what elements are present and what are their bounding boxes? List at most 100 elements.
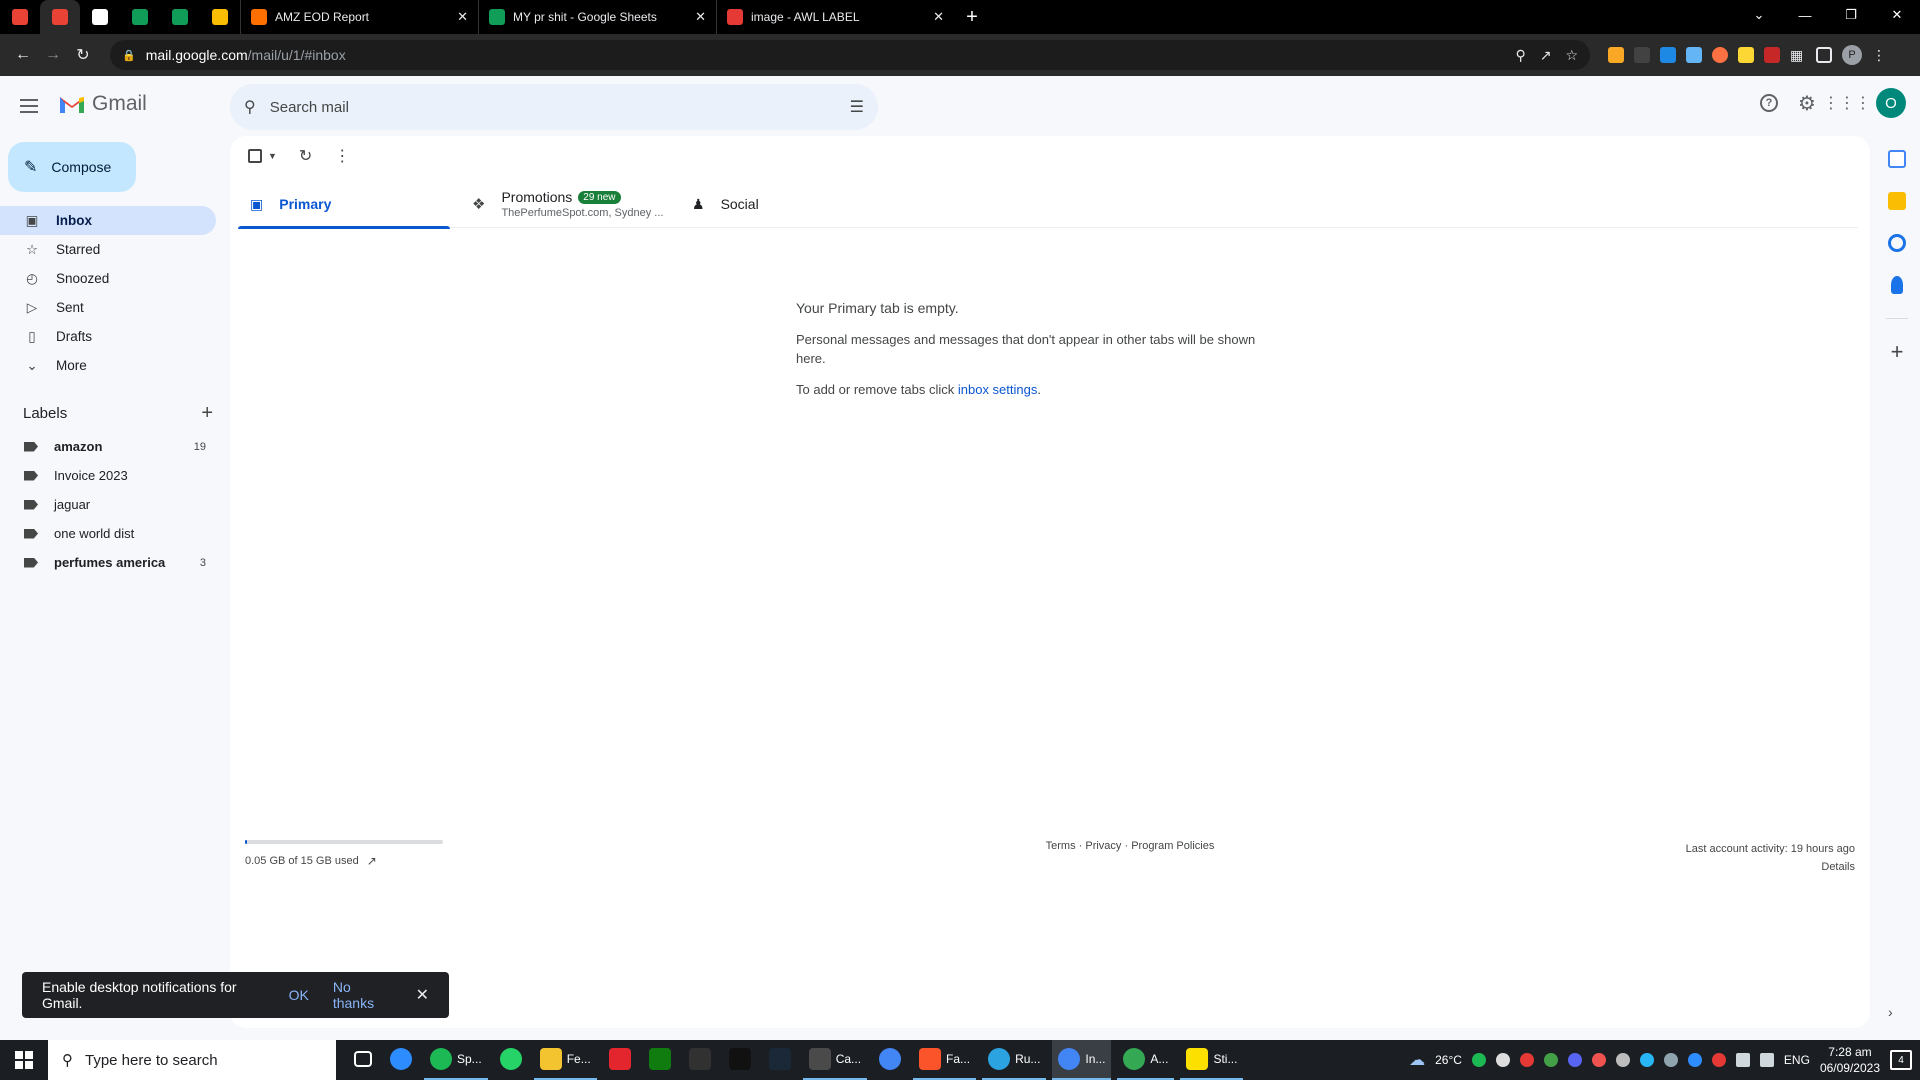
tab-social[interactable]: ♟ Social bbox=[678, 180, 759, 228]
extension-icon[interactable] bbox=[1738, 47, 1754, 63]
tab-close-icon[interactable]: ✕ bbox=[695, 9, 706, 25]
pinned-tab[interactable] bbox=[120, 0, 160, 34]
taskbar-app[interactable]: In... bbox=[1052, 1040, 1112, 1080]
label-item[interactable]: jaguar bbox=[0, 490, 216, 519]
taskbar-app[interactable]: Fe... bbox=[533, 1040, 597, 1080]
profile-avatar[interactable]: P bbox=[1842, 45, 1862, 65]
label-item[interactable]: amazon 19 bbox=[0, 432, 216, 461]
tab-search-icon[interactable]: ⌄ bbox=[1736, 0, 1782, 30]
search-icon[interactable]: ⚲ bbox=[244, 97, 256, 117]
taskbar-app[interactable]: Sti... bbox=[1180, 1040, 1244, 1080]
select-all-checkbox[interactable] bbox=[248, 149, 262, 163]
tasks-icon[interactable] bbox=[1888, 234, 1906, 252]
show-side-panel-icon[interactable]: › bbox=[1888, 1004, 1893, 1020]
nav-item-starred[interactable]: ☆ Starred bbox=[0, 235, 216, 264]
settings-gear-icon[interactable]: ⚙ bbox=[1796, 92, 1818, 115]
restore-button[interactable]: ❐ bbox=[1828, 0, 1874, 30]
select-dropdown-icon[interactable]: ▼ bbox=[268, 151, 277, 161]
taskbar-app[interactable] bbox=[384, 1040, 418, 1080]
tray-app-icon[interactable] bbox=[1639, 1053, 1654, 1067]
reload-button[interactable]: ↻ bbox=[68, 40, 98, 70]
extension-icon[interactable] bbox=[1764, 47, 1780, 63]
footer-links[interactable]: Terms · Privacy · Program Policies bbox=[245, 840, 1855, 852]
tab-close-icon[interactable]: ✕ bbox=[933, 9, 944, 25]
taskbar-app[interactable] bbox=[494, 1040, 528, 1080]
inbox-settings-link[interactable]: inbox settings bbox=[958, 382, 1038, 397]
weather-temp[interactable]: 26°C bbox=[1435, 1053, 1462, 1067]
zoom-tray-icon[interactable] bbox=[1687, 1053, 1702, 1067]
browser-tab[interactable]: MY pr shit - Google Sheets ✕ bbox=[478, 0, 716, 34]
clock[interactable]: 7:28 am 06/09/2023 bbox=[1820, 1044, 1880, 1076]
new-tab-button[interactable]: + bbox=[954, 0, 990, 34]
extension-icon[interactable] bbox=[1608, 47, 1624, 63]
tray-app-icon[interactable] bbox=[1711, 1053, 1726, 1067]
keep-icon[interactable] bbox=[1888, 192, 1906, 210]
address-bar[interactable]: 🔒 mail.google.com/mail/u/1/#inbox ⚲ ↗ ☆ bbox=[110, 40, 1590, 70]
tray-app-icon[interactable] bbox=[1591, 1053, 1606, 1067]
back-button[interactable]: ← bbox=[8, 40, 38, 70]
steam-tray-icon[interactable] bbox=[1663, 1053, 1678, 1067]
gmail-logo[interactable]: Gmail bbox=[58, 92, 147, 116]
browser-tab[interactable]: AMZ EOD Report ✕ bbox=[240, 0, 478, 34]
puzzle-icon[interactable]: ▦ bbox=[1790, 47, 1806, 63]
nav-item-drafts[interactable]: ▯ Drafts bbox=[0, 322, 216, 351]
nav-item-sent[interactable]: ▷ Sent bbox=[0, 293, 216, 322]
lock-icon[interactable]: 🔒 bbox=[122, 49, 136, 62]
taskbar-app[interactable]: Ca... bbox=[802, 1040, 868, 1080]
search-options-icon[interactable]: ☰ bbox=[850, 97, 864, 117]
snackbar-ok-button[interactable]: OK bbox=[289, 987, 309, 1003]
tab-promotions[interactable]: ❖ Promotions 29 new ThePerfumeSpot.com, … bbox=[450, 180, 678, 228]
tab-primary[interactable]: ▣ Primary bbox=[238, 180, 450, 229]
taskbar-app[interactable]: Sp... bbox=[424, 1040, 488, 1080]
start-button[interactable] bbox=[0, 1040, 48, 1080]
apps-grid-icon[interactable]: ⋮⋮⋮ bbox=[1823, 92, 1871, 114]
taskbar-app[interactable]: Fa... bbox=[913, 1040, 977, 1080]
tray-app-icon[interactable] bbox=[1519, 1053, 1534, 1067]
taskbar-app[interactable] bbox=[683, 1040, 717, 1080]
volume-icon[interactable] bbox=[1759, 1053, 1774, 1067]
nav-item-snoozed[interactable]: ◴ Snoozed bbox=[0, 264, 216, 293]
nav-item-inbox[interactable]: ▣ Inbox bbox=[0, 206, 216, 235]
share-icon[interactable]: ↗ bbox=[1540, 47, 1552, 64]
taskbar-app[interactable]: Ru... bbox=[982, 1040, 1047, 1080]
taskbar-app[interactable] bbox=[643, 1040, 677, 1080]
minimize-button[interactable]: — bbox=[1782, 0, 1828, 30]
side-panel-icon[interactable] bbox=[1816, 47, 1832, 63]
open-external-icon[interactable]: ↗ bbox=[367, 854, 377, 868]
taskbar-search[interactable]: ⚲ Type here to search bbox=[48, 1040, 336, 1080]
zoom-icon[interactable]: ⚲ bbox=[1515, 47, 1525, 64]
refresh-icon[interactable]: ↻ bbox=[299, 146, 312, 166]
help-icon[interactable]: ? bbox=[1760, 94, 1778, 112]
taskbar-app[interactable] bbox=[723, 1040, 757, 1080]
main-menu-icon[interactable] bbox=[20, 94, 44, 118]
bookmark-star-icon[interactable]: ☆ bbox=[1565, 47, 1578, 64]
taskbar-app[interactable]: A... bbox=[1117, 1040, 1175, 1080]
tray-app-icon[interactable] bbox=[1543, 1053, 1558, 1067]
taskbar-app[interactable] bbox=[348, 1040, 378, 1080]
tray-app-icon[interactable] bbox=[1495, 1053, 1510, 1067]
language-indicator[interactable]: ENG bbox=[1784, 1053, 1810, 1067]
tray-app-icon[interactable] bbox=[1615, 1053, 1630, 1067]
extension-icon[interactable] bbox=[1634, 47, 1650, 63]
browser-menu-icon[interactable]: ⋮ bbox=[1872, 47, 1888, 63]
extension-icon[interactable] bbox=[1686, 47, 1702, 63]
nav-item-more[interactable]: ⌄ More bbox=[0, 351, 216, 380]
notifications-icon[interactable]: 4 bbox=[1890, 1050, 1912, 1070]
spotify-tray-icon[interactable] bbox=[1471, 1053, 1486, 1067]
calendar-icon[interactable] bbox=[1888, 150, 1906, 168]
compose-button[interactable]: ✎ Compose bbox=[8, 142, 136, 192]
close-icon[interactable]: ✕ bbox=[416, 985, 429, 1005]
more-actions-icon[interactable]: ⋮ bbox=[334, 146, 350, 166]
pinned-tab[interactable] bbox=[160, 0, 200, 34]
pinned-tab[interactable] bbox=[80, 0, 120, 34]
pinned-tab[interactable] bbox=[200, 0, 240, 34]
pinned-tab[interactable] bbox=[0, 0, 40, 34]
label-item[interactable]: perfumes america 3 bbox=[0, 548, 216, 577]
get-addons-icon[interactable]: + bbox=[1891, 341, 1904, 363]
create-label-icon[interactable]: + bbox=[201, 402, 213, 425]
taskbar-app[interactable] bbox=[763, 1040, 797, 1080]
snackbar-no-thanks-button[interactable]: No thanks bbox=[333, 979, 392, 1011]
discord-tray-icon[interactable] bbox=[1567, 1053, 1582, 1067]
contacts-icon[interactable] bbox=[1891, 276, 1903, 294]
pinned-tab[interactable] bbox=[40, 0, 80, 34]
